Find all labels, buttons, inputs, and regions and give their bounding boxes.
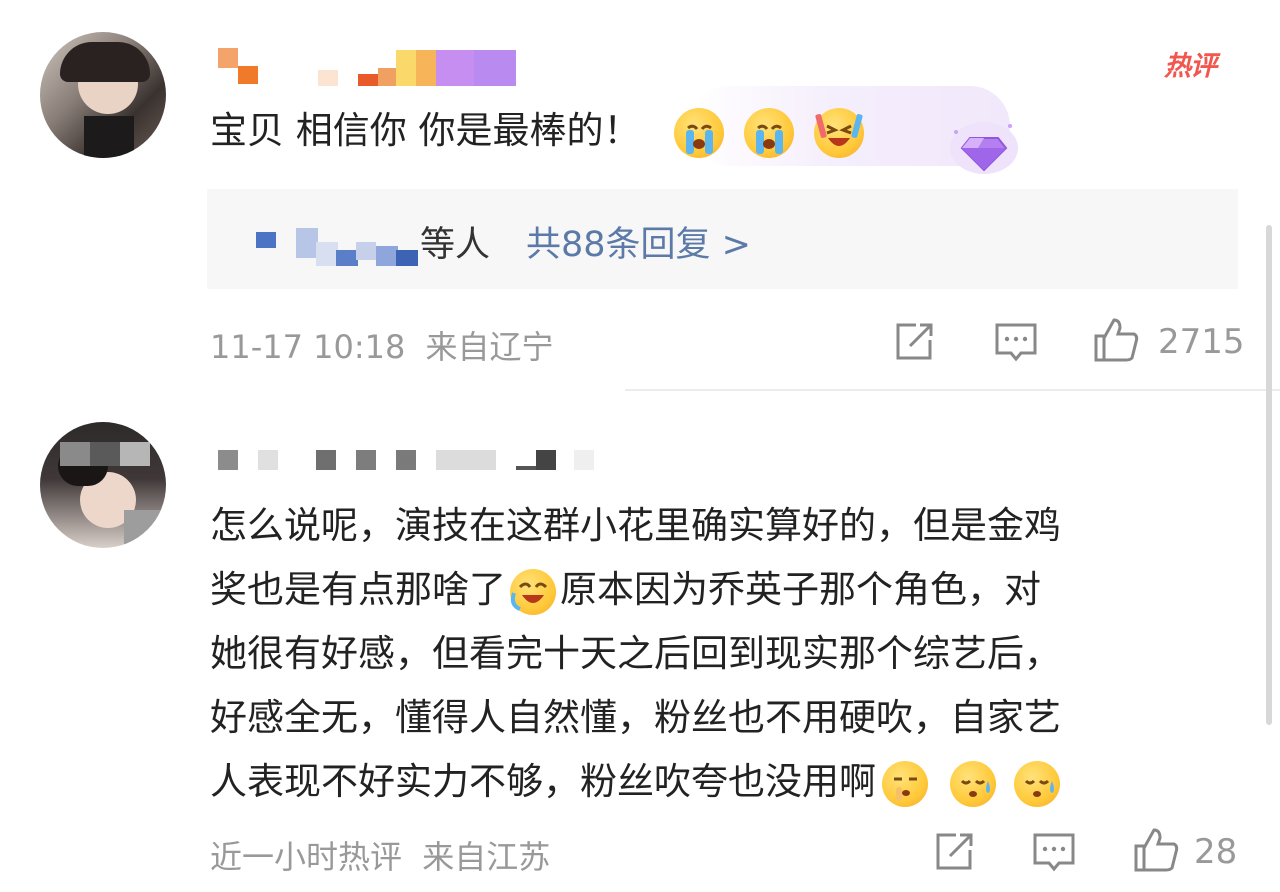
laugh-cry-emoji — [510, 568, 556, 615]
comment-2-location: 来自江苏 — [422, 838, 551, 876]
sweat-face-emoji — [1014, 760, 1060, 807]
hot-comment-badge: 热评 — [1160, 40, 1240, 82]
like-count-1: 2715 — [1158, 322, 1245, 362]
share-icon[interactable] — [932, 830, 976, 874]
share-icon[interactable] — [892, 320, 936, 364]
gem-gift-icon[interactable] — [948, 118, 1020, 180]
grinning-cheer-emoji — [813, 107, 864, 158]
username-pixelated-1[interactable] — [218, 48, 518, 88]
comment-1-body: 宝贝 相信你 你是最棒的！ — [210, 109, 641, 152]
view-replies-link[interactable]: 共88条回复 > — [526, 216, 751, 267]
sweat-face-emoji — [950, 760, 996, 807]
crying-face-emoji — [674, 107, 725, 158]
comment-1-location: 来自辽宁 — [425, 328, 554, 366]
comment-divider — [625, 389, 1280, 391]
like-count-2: 28 — [1194, 832, 1238, 872]
comment-2-line-4: 好感全无，懂得人自然懂，粉丝也不用硬吹，自家艺 — [210, 696, 1061, 739]
reply-users-suffix: 等人 — [420, 225, 491, 265]
scrollbar[interactable] — [1266, 225, 1272, 725]
avatar-commenter-2[interactable] — [40, 422, 166, 548]
shush-face-emoji — [882, 760, 928, 807]
comment-2-time: 近一小时热评 — [210, 838, 403, 876]
comment-1-text: 宝贝 相信你 你是最棒的！ — [210, 104, 864, 158]
comment-icon[interactable] — [1032, 830, 1076, 874]
like-thumb-icon[interactable] — [1132, 826, 1180, 874]
comment-2-line-2: 奖也是有点那啥了 原本因为乔英子那个角色，对 — [210, 558, 1240, 622]
comment-2-text: 怎么说呢，演技在这群小花里确实算好的，但是金鸡 奖也是有点那啥了 原本因为乔英子… — [210, 494, 1240, 814]
like-thumb-icon[interactable] — [1092, 316, 1140, 364]
comment-1-time: 11-17 10:18 — [210, 328, 406, 366]
comment-2-line-2a: 奖也是有点那啥了 — [210, 568, 506, 611]
comment-2-meta: 近一小时热评 来自江苏 — [210, 832, 550, 878]
username-pixelated-2[interactable] — [218, 446, 598, 472]
comment-2-line-5: 人表现不好实力不够，粉丝吹夸也没用啊 — [210, 750, 1240, 814]
comment-2-line-1: 怎么说呢，演技在这群小花里确实算好的，但是金鸡 — [210, 504, 1061, 547]
avatar-commenter-1[interactable] — [40, 32, 166, 158]
comment-2-line-5-text: 人表现不好实力不够，粉丝吹夸也没用啊 — [210, 760, 876, 803]
comment-1-meta: 11-17 10:18 来自辽宁 — [210, 322, 554, 368]
comment-2-line-2b: 原本因为乔英子那个角色，对 — [560, 568, 1041, 611]
comment-icon[interactable] — [994, 320, 1038, 364]
reply-users-pixelated[interactable] — [256, 228, 426, 268]
hot-comment-label: 热评 — [1164, 51, 1217, 82]
comment-2-line-3: 她很有好感，但看完十天之后回到现实那个综艺后， — [210, 632, 1061, 675]
crying-face-emoji — [744, 107, 795, 158]
